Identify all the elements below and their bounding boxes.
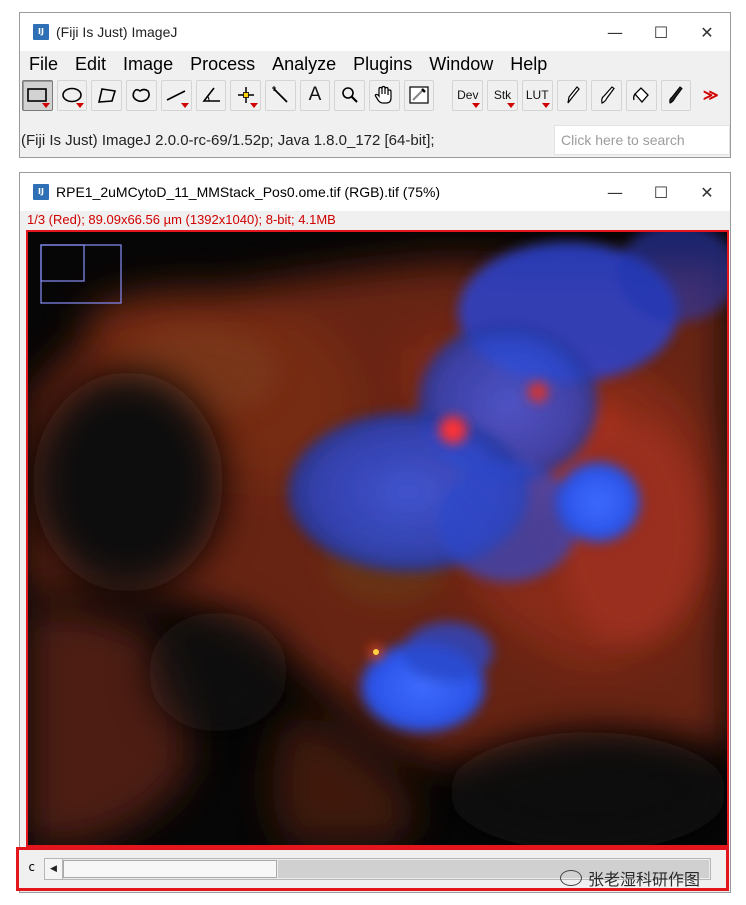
magnifier-icon bbox=[341, 87, 358, 103]
hand-icon bbox=[375, 85, 392, 104]
hand-tool[interactable] bbox=[369, 79, 400, 111]
main-window-controls: — ☐ ✕ bbox=[592, 13, 730, 51]
dropper-tool[interactable] bbox=[403, 79, 435, 111]
brush-icon bbox=[600, 86, 615, 104]
oval-icon bbox=[62, 87, 82, 103]
dev-menu[interactable]: Dev bbox=[452, 79, 484, 111]
dropper-icon bbox=[409, 86, 429, 104]
watermark: 张老湿科研作图 bbox=[559, 866, 700, 890]
text-tool[interactable]: A bbox=[299, 79, 331, 111]
rectangle-icon bbox=[27, 88, 48, 102]
menu-file[interactable]: File bbox=[20, 54, 66, 75]
status-bar: (Fiji Is Just) ImageJ 2.0.0-rc-69/1.52p;… bbox=[20, 123, 730, 157]
flood-fill-icon bbox=[633, 87, 650, 103]
polygon-tool[interactable] bbox=[91, 79, 123, 111]
close-button[interactable]: ✕ bbox=[684, 13, 730, 51]
stk-menu[interactable]: Stk bbox=[487, 79, 518, 111]
dev-menu-label: Dev bbox=[457, 88, 479, 102]
minimize-button[interactable]: — bbox=[592, 13, 638, 51]
polygon-icon bbox=[97, 88, 116, 103]
channel-scrollbar[interactable]: ◀ 张老湿科研作图 bbox=[44, 858, 711, 889]
more-tools[interactable]: ≫ bbox=[695, 79, 727, 111]
wechat-icon bbox=[559, 870, 582, 886]
paintbrush-tool[interactable] bbox=[660, 79, 692, 111]
lut-menu[interactable]: LUT bbox=[521, 79, 553, 111]
image-close-button[interactable]: ✕ bbox=[684, 173, 730, 211]
pencil-tool[interactable] bbox=[556, 79, 588, 111]
text-tool-label: A bbox=[308, 84, 322, 105]
imagej-main-window: IJ (Fiji Is Just) ImageJ — ☐ ✕ File Edit… bbox=[19, 12, 731, 158]
fiji-image-icon: IJ bbox=[33, 184, 49, 200]
fiji-app-icon: IJ bbox=[33, 24, 49, 40]
image-minimize-button[interactable]: — bbox=[592, 173, 638, 211]
more-tools-label: ≫ bbox=[702, 87, 719, 104]
rectangle-tool[interactable] bbox=[22, 79, 53, 111]
status-text: (Fiji Is Just) ImageJ 2.0.0-rc-69/1.52p;… bbox=[21, 131, 435, 149]
main-window-title: (Fiji Is Just) ImageJ bbox=[56, 24, 178, 40]
channel-slider-panel: c ◀ 张老湿科研作图 bbox=[16, 847, 729, 891]
point-icon bbox=[237, 87, 254, 103]
flood-fill-tool[interactable] bbox=[625, 79, 657, 111]
watermark-text: 张老湿科研作图 bbox=[587, 870, 700, 889]
freehand-tool[interactable] bbox=[126, 79, 157, 111]
pencil-icon bbox=[567, 86, 580, 104]
wand-icon bbox=[272, 86, 288, 103]
stk-menu-label: Stk bbox=[493, 88, 512, 102]
wand-tool[interactable] bbox=[264, 79, 296, 111]
menu-image[interactable]: Image bbox=[114, 54, 181, 75]
menu-window[interactable]: Window bbox=[420, 54, 501, 75]
oval-tool[interactable] bbox=[56, 79, 88, 111]
menu-analyze[interactable]: Analyze bbox=[263, 54, 344, 75]
maximize-button[interactable]: ☐ bbox=[638, 13, 684, 51]
image-window-controls: — ☐ ✕ bbox=[592, 173, 730, 211]
toolbar: A Dev Stk LUT ≫ bbox=[20, 77, 730, 113]
lut-menu-label: LUT bbox=[525, 88, 549, 102]
line-tool[interactable] bbox=[160, 79, 192, 111]
image-info-line: 1/3 (Red); 89.09x66.56 µm (1392x1040); 8… bbox=[27, 212, 336, 227]
menu-process[interactable]: Process bbox=[181, 54, 263, 75]
point-tool[interactable] bbox=[230, 79, 261, 111]
angle-tool[interactable] bbox=[195, 79, 227, 111]
image-window: IJ RPE1_2uMCytoD_11_MMStack_Pos0.ome.tif… bbox=[16, 172, 731, 893]
menu-help[interactable]: Help bbox=[501, 54, 555, 75]
menu-edit[interactable]: Edit bbox=[66, 54, 114, 75]
menu-plugins[interactable]: Plugins bbox=[344, 54, 420, 75]
channel-slider-label: c bbox=[28, 860, 36, 874]
image-maximize-button[interactable]: ☐ bbox=[638, 173, 684, 211]
line-icon bbox=[166, 90, 186, 101]
image-window-title: RPE1_2uMCytoD_11_MMStack_Pos0.ome.tif (R… bbox=[56, 184, 441, 200]
fluorescence-image bbox=[28, 232, 727, 845]
brush-tool[interactable] bbox=[591, 79, 622, 111]
freehand-icon bbox=[132, 88, 151, 103]
menu-bar: File Edit Image Process Analyze Plugins … bbox=[20, 51, 730, 77]
image-canvas[interactable] bbox=[26, 230, 729, 847]
paintbrush-icon bbox=[669, 86, 683, 104]
zoom-tool[interactable] bbox=[334, 79, 366, 111]
search-input[interactable]: Click here to search bbox=[554, 125, 730, 155]
scroll-left-arrow-icon[interactable]: ◀ bbox=[45, 859, 63, 879]
main-titlebar[interactable]: IJ (Fiji Is Just) ImageJ — ☐ ✕ bbox=[20, 13, 730, 51]
angle-icon bbox=[202, 87, 220, 102]
image-titlebar[interactable]: IJ RPE1_2uMCytoD_11_MMStack_Pos0.ome.tif… bbox=[20, 173, 730, 211]
scrollbar-thumb[interactable] bbox=[63, 860, 277, 878]
